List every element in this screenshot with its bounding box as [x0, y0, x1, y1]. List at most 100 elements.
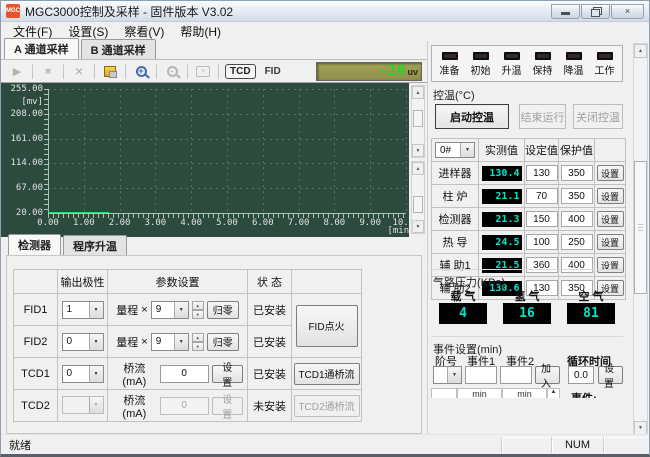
fid2-status: 已安装 — [248, 326, 292, 358]
scrollbar-thumb[interactable] — [413, 110, 423, 127]
spinner-up-icon[interactable]: ▲ — [192, 333, 204, 342]
start-temp-control-button[interactable]: 启动控温 — [435, 104, 509, 129]
scrollbar-track — [412, 99, 424, 144]
spinner-down-icon[interactable]: ▼ — [192, 310, 204, 319]
hydrogen-label: 氢 气 — [495, 288, 559, 304]
tcd1-bridge-input[interactable]: 0 — [160, 365, 209, 383]
cycle-time-set-button[interactable]: 设置 — [598, 366, 623, 384]
injector-set-button[interactable]: 设置 — [597, 165, 624, 181]
event1-input[interactable] — [465, 366, 497, 384]
end-run-button[interactable]: 结束运行 — [519, 104, 566, 129]
scroll-down-icon[interactable]: ▼ — [412, 144, 424, 157]
event2-input[interactable] — [500, 366, 532, 384]
chart-scrollbar-top[interactable]: ▲ ▼ — [411, 85, 425, 158]
scroll-up-icon[interactable]: ▲ — [412, 162, 424, 175]
scroll-up-icon[interactable]: ▲ — [412, 86, 424, 99]
tcd-set-button[interactable]: 设置 — [597, 234, 624, 250]
section-divider — [431, 336, 623, 337]
right-scrollbar[interactable]: ▲ ▼ — [633, 43, 648, 436]
fid2-zero-button[interactable]: 归零 — [207, 333, 239, 351]
tcd1-polarity-value: 0 — [63, 366, 89, 382]
start-acquisition-button[interactable]: ▶ — [6, 61, 28, 81]
close-button[interactable]: × — [611, 4, 644, 19]
tcd2-set-button[interactable]: 设置 — [212, 397, 244, 415]
tab-channel-b[interactable]: B 通道采样 — [81, 39, 156, 59]
minimize-icon — [561, 12, 570, 15]
scroll-up-icon[interactable]: ▲ — [634, 44, 647, 58]
column-oven-set-button[interactable]: 设置 — [597, 188, 624, 204]
menu-help[interactable]: 帮助(H) — [172, 21, 229, 42]
scroll-down-icon[interactable]: ▼ — [634, 421, 647, 435]
y-axis-label: 255.00 — [1, 84, 43, 94]
zoom-out-button[interactable]: - — [161, 61, 183, 81]
times-label: × — [141, 304, 147, 316]
scrollbar-thumb[interactable] — [634, 161, 647, 294]
chevron-down-icon[interactable]: ▼ — [174, 302, 188, 318]
gridline-vertical — [299, 89, 300, 213]
fid2-range-stepper[interactable]: ▲▼ — [192, 333, 204, 351]
table-row-fid1: FID1 1▼ 量程 × 9▼ ▲▼ 归零 已安装 FID点火 — [14, 294, 362, 326]
fid1-range-stepper[interactable]: ▲▼ — [192, 301, 204, 319]
spinner-up-icon[interactable]: ▲ — [192, 301, 204, 310]
aux1-setpoint-input[interactable]: 360 — [526, 257, 558, 273]
gridline-vertical — [263, 89, 264, 213]
tool-button[interactable] — [99, 61, 121, 81]
tcd-setpoint-input[interactable]: 100 — [526, 234, 558, 250]
fit-view-button[interactable]: × — [192, 61, 214, 81]
fid1-range-select[interactable]: 9▼ — [151, 301, 189, 319]
restore-button[interactable] — [581, 4, 610, 19]
main-area: A 通道采样 B 通道采样 ▶ ■ × + - × TCD FID — [1, 41, 649, 438]
spinner-down-icon[interactable]: ▼ — [192, 342, 204, 351]
fid-ignite-button[interactable]: FID点火 — [296, 305, 358, 347]
aux1-protect-input[interactable]: 400 — [561, 257, 593, 273]
chevron-down-icon[interactable]: ▼ — [89, 366, 103, 382]
led-icon — [473, 52, 489, 60]
tcd2-status: 未安装 — [248, 390, 292, 422]
cycle-time-input[interactable]: 0.0 — [568, 366, 594, 384]
tcd1-polarity-select[interactable]: 0▼ — [62, 365, 104, 383]
injector-protect-input[interactable]: 350 — [561, 165, 593, 181]
delete-button[interactable]: × — [68, 61, 90, 81]
detector-setpoint-input[interactable]: 150 — [526, 211, 558, 227]
oven-selector[interactable]: 0#▼ — [435, 142, 475, 158]
detector-protect-input[interactable]: 400 — [561, 211, 593, 227]
column-oven-protect-input[interactable]: 350 — [561, 188, 593, 204]
chevron-down-icon[interactable]: ▼ — [460, 143, 474, 157]
chevron-down-icon[interactable]: ▼ — [89, 334, 103, 350]
tcd-protect-input[interactable]: 250 — [561, 234, 593, 250]
detector-set-button[interactable]: 设置 — [597, 211, 624, 227]
aux1-set-button[interactable]: 设置 — [597, 257, 624, 273]
scrollbar-track[interactable] — [634, 58, 647, 421]
chevron-down-icon[interactable]: ▼ — [447, 367, 461, 383]
signal-trace — [48, 212, 109, 213]
zoom-in-button[interactable]: + — [130, 61, 152, 81]
fid1-zero-button[interactable]: 归零 — [207, 301, 239, 319]
tab-channel-a[interactable]: A 通道采样 — [4, 38, 79, 59]
tcd2-bridge-on-button[interactable]: TCD2通桥流 — [294, 395, 360, 417]
fid2-range-select[interactable]: 9▼ — [151, 333, 189, 351]
tcd-toggle-button[interactable]: TCD — [225, 64, 256, 79]
minimize-button[interactable] — [551, 4, 580, 19]
scroll-up-icon[interactable]: ▲ — [547, 388, 560, 398]
tcd1-bridge-on-button[interactable]: TCD1通桥流 — [294, 363, 360, 385]
chevron-down-icon[interactable]: ▼ — [174, 334, 188, 350]
column-oven-setpoint-input[interactable]: 70 — [526, 188, 558, 204]
gridline-vertical — [334, 89, 335, 213]
tcd2-polarity-select[interactable]: ▼ — [62, 396, 104, 414]
tab-temp-program[interactable]: 程序升温 — [63, 235, 127, 255]
add-event-button[interactable]: 加入 — [535, 366, 560, 384]
stop-acquisition-button[interactable]: ■ — [37, 61, 59, 81]
tcd1-set-button[interactable]: 设置 — [212, 365, 244, 383]
stage-select[interactable]: ▼ — [433, 366, 462, 384]
fid-toggle-button[interactable]: FID — [258, 66, 288, 77]
x-axis-label: 8.00 — [319, 218, 349, 228]
fid1-polarity-select[interactable]: 1▼ — [62, 301, 104, 319]
fid2-polarity-select[interactable]: 0▼ — [62, 333, 104, 351]
scrollbar-thumb[interactable] — [413, 196, 423, 213]
chevron-down-icon[interactable]: ▼ — [89, 302, 103, 318]
close-temp-control-button[interactable]: 关闭控温 — [573, 104, 623, 129]
tab-detector[interactable]: 检测器 — [8, 234, 61, 255]
injector-setpoint-input[interactable]: 130 — [526, 165, 558, 181]
led-icon — [535, 52, 551, 60]
tcd2-bridge-input[interactable]: 0 — [160, 397, 209, 415]
